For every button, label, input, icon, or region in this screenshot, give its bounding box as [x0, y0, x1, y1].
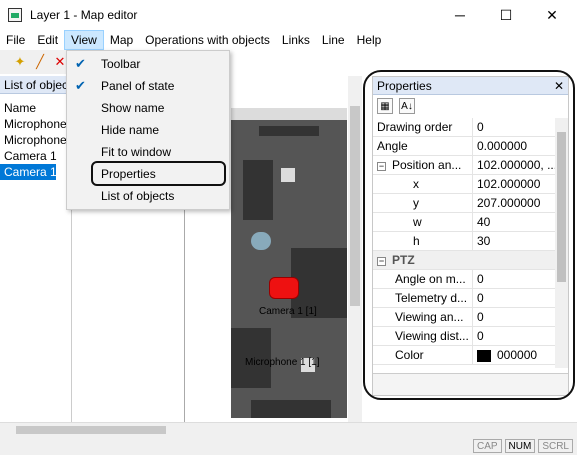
- menu-line[interactable]: Line: [316, 30, 351, 50]
- list-item-selected[interactable]: Camera 1: [0, 164, 56, 180]
- caps-lock-indicator: CAP: [472, 438, 502, 453]
- floor-plan-image: [231, 108, 347, 418]
- name-column-header[interactable]: Name: [0, 98, 71, 116]
- app-icon: [8, 8, 22, 22]
- menu-item-show-name[interactable]: Show name: [67, 97, 229, 119]
- camera-icon[interactable]: [269, 277, 299, 299]
- check-icon: ✔: [75, 56, 86, 71]
- menu-operations[interactable]: Operations with objects: [139, 30, 276, 50]
- menu-item-list-of-objects[interactable]: List of objects: [67, 185, 229, 207]
- view-menu-dropdown: ✔ Toolbar ✔ Panel of state Show name Hid…: [66, 50, 230, 210]
- map-scroll-thumb[interactable]: [350, 106, 360, 306]
- horizontal-scroll-thumb[interactable]: [16, 426, 166, 434]
- line-tool-icon[interactable]: ╱: [32, 54, 48, 70]
- list-item[interactable]: Microphone: [0, 132, 71, 148]
- menu-item-label: Toolbar: [101, 57, 141, 71]
- object-list-panel: List of objec Name Microphone Microphone…: [0, 76, 72, 422]
- title-bar: Layer 1 - Map editor ─ ☐ ✕: [0, 0, 577, 30]
- list-item[interactable]: Camera 1: [0, 148, 71, 164]
- horizontal-scrollbar[interactable]: [0, 422, 577, 436]
- sparkle-icon[interactable]: ✦: [12, 54, 28, 70]
- camera-map-label: Camera 1 [1]: [259, 306, 317, 317]
- map-vertical-scrollbar[interactable]: [348, 76, 362, 422]
- menu-item-toolbar[interactable]: ✔ Toolbar: [67, 53, 229, 75]
- menu-item-hide-name[interactable]: Hide name: [67, 119, 229, 141]
- properties-highlight-outline: [363, 70, 575, 400]
- close-button[interactable]: ✕: [529, 0, 575, 30]
- menu-map[interactable]: Map: [104, 30, 139, 50]
- microphone-map-label: Microphone 1 [1]: [245, 357, 320, 368]
- check-icon: ✔: [75, 78, 86, 93]
- status-bar: CAP NUM SCRL: [0, 436, 577, 455]
- minimize-button[interactable]: ─: [437, 0, 483, 30]
- menu-view[interactable]: View: [64, 30, 104, 50]
- maximize-button[interactable]: ☐: [483, 0, 529, 30]
- properties-highlight-outline: [91, 161, 226, 186]
- object-list-title: List of objec: [0, 76, 71, 94]
- window-title: Layer 1 - Map editor: [30, 8, 138, 22]
- menu-file[interactable]: File: [0, 30, 31, 50]
- menu-bar: File Edit View Map Operations with objec…: [0, 30, 577, 50]
- menu-item-label: Panel of state: [101, 79, 175, 93]
- scroll-lock-indicator: SCRL: [538, 438, 573, 453]
- menu-links[interactable]: Links: [276, 30, 316, 50]
- menu-edit[interactable]: Edit: [31, 30, 64, 50]
- toolbar: ✦ ╱ ✕: [0, 50, 70, 74]
- menu-item-fit-to-window[interactable]: Fit to window: [67, 141, 229, 163]
- num-lock-indicator: NUM: [504, 438, 536, 453]
- menu-help[interactable]: Help: [351, 30, 388, 50]
- menu-item-panel-of-state[interactable]: ✔ Panel of state: [67, 75, 229, 97]
- list-item[interactable]: Microphone: [0, 116, 71, 132]
